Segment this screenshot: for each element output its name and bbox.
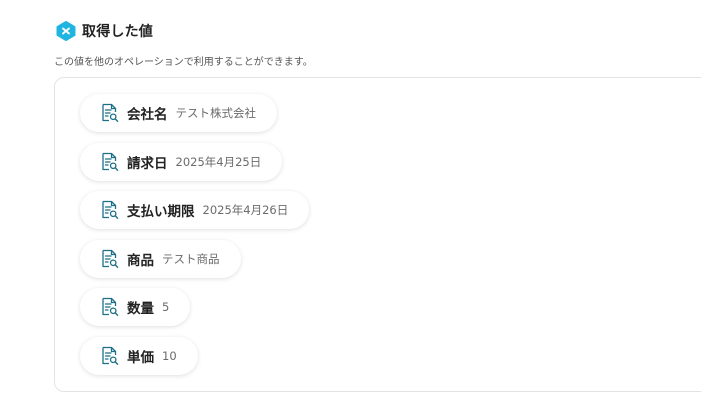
value-chip-label: 請求日 bbox=[127, 155, 168, 172]
value-chip-label: 商品 bbox=[127, 252, 154, 269]
value-chip-quantity[interactable]: 数量 5 bbox=[80, 288, 191, 326]
document-search-icon bbox=[102, 200, 119, 219]
value-chip-value: テスト株式会社 bbox=[175, 106, 257, 120]
variable-badge-icon bbox=[56, 21, 76, 41]
value-chip-label: 単価 bbox=[127, 349, 154, 366]
value-chip-value: 5 bbox=[162, 300, 170, 314]
document-search-icon bbox=[102, 249, 119, 268]
document-search-icon bbox=[102, 297, 119, 316]
value-chip-label: 会社名 bbox=[127, 107, 168, 123]
section-header: 取得した値 bbox=[56, 21, 153, 41]
value-chip-label: 支払い期限 bbox=[127, 204, 195, 220]
value-chip-value: 2025年4月25日 bbox=[175, 154, 262, 169]
section-title: 取得した値 bbox=[82, 24, 153, 40]
value-chip-invoice-date[interactable]: 請求日 2025年4月25日 bbox=[80, 142, 283, 181]
value-chip-list: 会社名 テスト株式会社 請求日 2025年4月25日 支払い期限 2025年4月… bbox=[80, 94, 310, 385]
document-search-icon bbox=[102, 103, 119, 122]
value-chip-value: テスト商品 bbox=[162, 251, 220, 266]
value-chip-product[interactable]: 商品 テスト商品 bbox=[80, 239, 241, 278]
value-chip-unit-price[interactable]: 単価 10 bbox=[80, 336, 198, 375]
document-search-icon bbox=[102, 152, 119, 171]
value-chip-company-name[interactable]: 会社名 テスト株式会社 bbox=[80, 94, 277, 132]
value-chip-label: 数量 bbox=[127, 301, 154, 317]
value-chip-payment-due[interactable]: 支払い期限 2025年4月26日 bbox=[80, 191, 310, 229]
value-chip-value: 10 bbox=[162, 348, 177, 363]
document-search-icon bbox=[102, 346, 119, 365]
value-chip-value: 2025年4月26日 bbox=[202, 203, 289, 217]
section-description: この値を他のオペレーションで利用することができます。 bbox=[54, 57, 313, 68]
